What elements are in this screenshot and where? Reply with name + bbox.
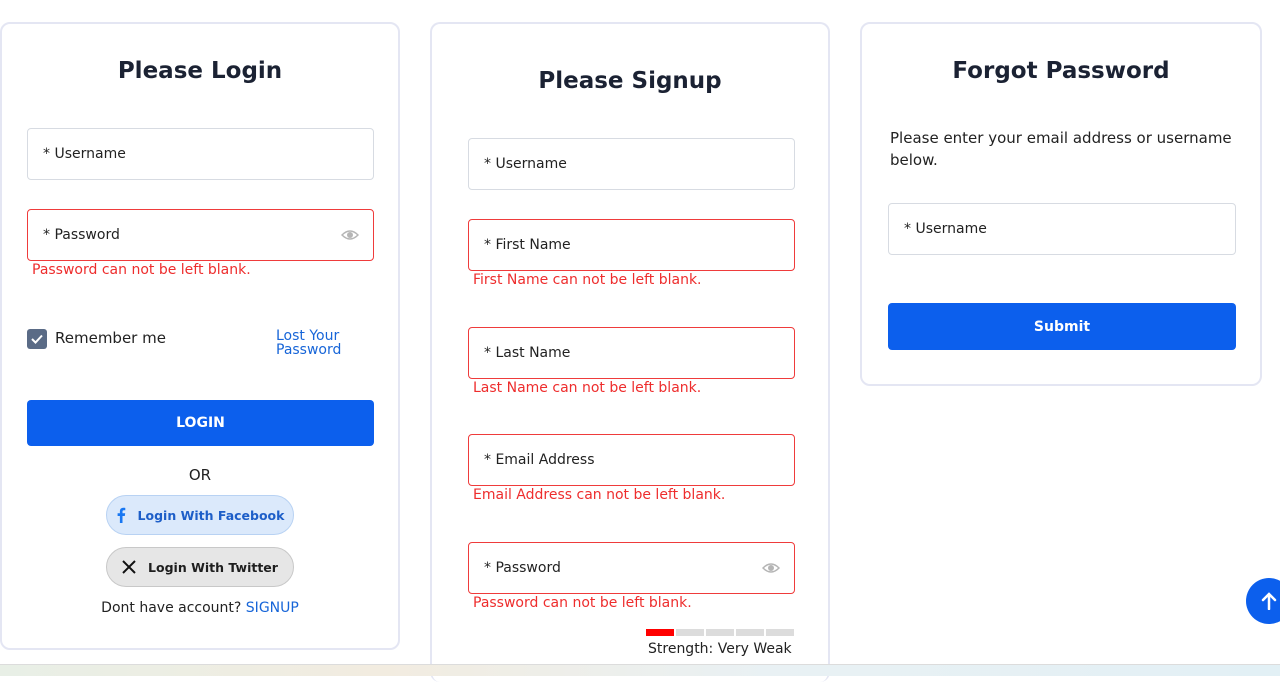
submit-button[interactable]: Submit bbox=[888, 303, 1236, 350]
twitter-login-label: Login With Twitter bbox=[148, 559, 278, 575]
remember-label: Remember me bbox=[55, 329, 166, 347]
login-password-field[interactable]: * Password bbox=[27, 209, 374, 261]
lost-password-line1: Lost Your bbox=[276, 328, 340, 344]
bottom-bar bbox=[0, 664, 1280, 676]
strength-segment bbox=[676, 629, 704, 636]
login-password-error: Password can not be left blank. bbox=[32, 262, 251, 278]
login-password-placeholder: * Password bbox=[43, 227, 120, 243]
or-divider-text: OR bbox=[188, 466, 212, 484]
twitter-login-button[interactable]: Login With Twitter bbox=[106, 547, 294, 587]
facebook-login-button[interactable]: Login With Facebook bbox=[106, 495, 294, 535]
eye-icon[interactable] bbox=[762, 562, 780, 574]
first-name-field[interactable]: * First Name bbox=[468, 219, 795, 271]
strength-segment bbox=[646, 629, 674, 636]
signup-card: Please Signup * Username * First Name Fi… bbox=[430, 22, 830, 682]
last-name-placeholder: * Last Name bbox=[484, 345, 571, 361]
forgot-title: Forgot Password bbox=[952, 58, 1170, 84]
forgot-username-field[interactable]: * Username bbox=[888, 203, 1236, 255]
first-name-error: First Name can not be left blank. bbox=[473, 272, 702, 288]
email-field[interactable]: * Email Address bbox=[468, 434, 795, 486]
checkmark-icon bbox=[31, 334, 43, 344]
signup-prompt: Dont have account? SIGNUP bbox=[2, 600, 398, 616]
signup-link[interactable]: SIGNUP bbox=[246, 600, 299, 616]
login-button[interactable]: LOGIN bbox=[27, 400, 374, 446]
signup-username-field[interactable]: * Username bbox=[468, 138, 795, 190]
login-username-field[interactable]: * Username bbox=[27, 128, 374, 180]
strength-segment bbox=[736, 629, 764, 636]
no-account-text: Dont have account? bbox=[101, 600, 242, 616]
last-name-field[interactable]: * Last Name bbox=[468, 327, 795, 379]
first-name-placeholder: * First Name bbox=[484, 237, 571, 253]
signup-title: Please Signup bbox=[538, 68, 722, 94]
login-username-placeholder: * Username bbox=[43, 146, 126, 162]
email-placeholder: * Email Address bbox=[484, 452, 595, 468]
email-error: Email Address can not be left blank. bbox=[473, 487, 726, 503]
signup-username-placeholder: * Username bbox=[484, 156, 567, 172]
signup-password-placeholder: * Password bbox=[484, 560, 561, 576]
forgot-instructions: Please enter your email address or usern… bbox=[890, 129, 1232, 169]
eye-icon[interactable] bbox=[341, 229, 359, 241]
forgot-username-placeholder: * Username bbox=[904, 221, 987, 237]
lost-password-link[interactable]: Lost Your Password bbox=[276, 329, 341, 357]
login-card: Please Login * Username * Password Passw… bbox=[0, 22, 400, 650]
strength-segment bbox=[706, 629, 734, 636]
scroll-to-top-button[interactable] bbox=[1246, 578, 1280, 624]
last-name-error: Last Name can not be left blank. bbox=[473, 380, 702, 396]
strength-segment bbox=[766, 629, 794, 636]
remember-checkbox[interactable] bbox=[27, 329, 47, 349]
signup-password-field[interactable]: * Password bbox=[468, 542, 795, 594]
arrow-up-icon bbox=[1261, 592, 1277, 610]
login-title: Please Login bbox=[117, 58, 283, 84]
x-twitter-icon bbox=[122, 560, 136, 574]
lost-password-line2: Password bbox=[276, 342, 342, 358]
facebook-icon bbox=[117, 507, 125, 523]
facebook-login-label: Login With Facebook bbox=[137, 507, 285, 523]
signup-password-error: Password can not be left blank. bbox=[473, 595, 692, 611]
forgot-password-card: Forgot Password Please enter your email … bbox=[860, 22, 1262, 386]
strength-label: Strength: Very Weak bbox=[648, 641, 792, 657]
